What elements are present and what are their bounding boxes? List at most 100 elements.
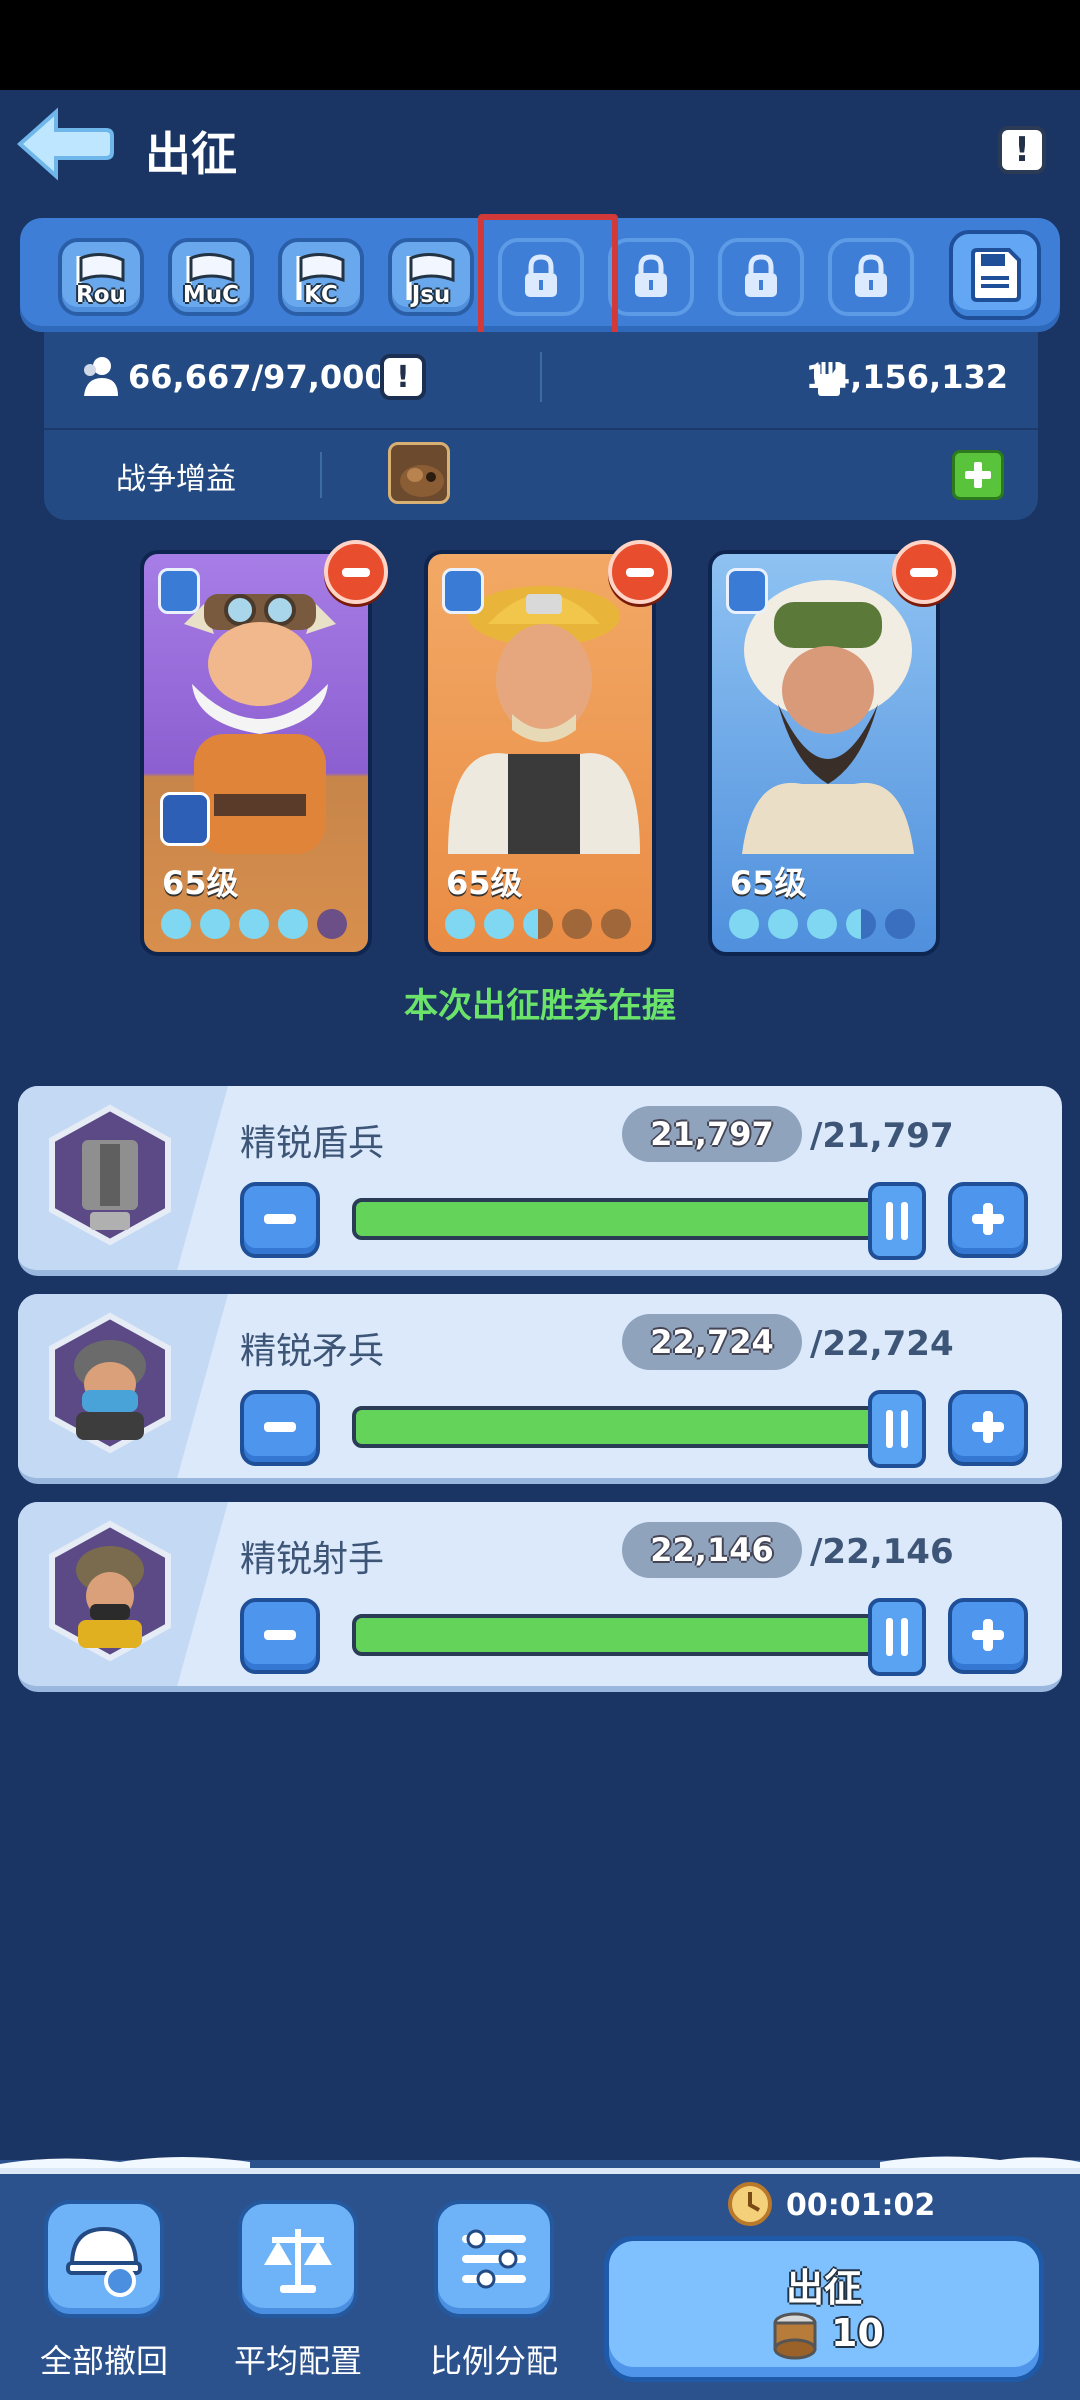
preset-slot-locked-3[interactable] [718,238,804,316]
preset-label: KC [304,282,338,308]
snowflake-star-empty-icon [562,909,592,939]
back-button[interactable] [14,104,114,184]
stats-row: 66,667/97,000 ! 14,156,132 [44,332,1038,428]
lock-icon [855,254,887,297]
remove-hero-2-button[interactable] [608,540,672,604]
decrease-button[interactable] [240,1182,320,1258]
spear-troop-portrait [49,1312,171,1454]
troop-slider[interactable] [352,1406,896,1448]
status-bar [0,0,1080,90]
troop-slider[interactable] [352,1614,896,1656]
troop-slider[interactable] [352,1198,896,1240]
lock-icon [745,254,777,297]
war-buff-label: 战争增益 [116,462,236,497]
top-bar: 出征 ! [0,90,1080,210]
page-title: 出征 [145,127,237,181]
snowflake-star-half-icon [523,909,553,939]
slider-handle[interactable] [868,1598,926,1676]
ratio-label: 比例分配 [429,2342,558,2380]
decrease-button[interactable] [240,1598,320,1674]
pickaxe-icon [158,568,200,614]
troop-count-input[interactable]: 21,797 [622,1106,802,1162]
preset-label: Jsu [411,282,451,308]
recall-all-button[interactable] [44,2200,164,2318]
preset-slot-locked-4[interactable] [828,238,914,316]
troop-name: 精锐矛兵 [240,1331,385,1372]
snowflake-star-icon [200,909,230,939]
recall-all-label: 全部撤回 [39,2342,168,2380]
balance-button[interactable] [238,2200,358,2318]
gear-badge-icon [160,792,210,846]
preset-slot-jsu[interactable]: Jsu [388,238,474,316]
slider-fill [356,1202,892,1236]
plus-icon [965,462,991,488]
slider-fill [356,1410,892,1444]
troop-count-input[interactable]: 22,146 [622,1522,802,1578]
preset-slot-rou[interactable]: Rou [58,238,144,316]
troop-max: /22,146 [810,1532,954,1572]
decrease-button[interactable] [240,1390,320,1466]
troop-name: 精锐盾兵 [240,1123,385,1164]
troop-max: /21,797 [810,1116,954,1156]
preset-label: Rou [76,282,126,308]
troop-count-input[interactable]: 22,724 [622,1314,802,1370]
divider [540,352,542,402]
save-preset-button[interactable] [949,230,1041,320]
ratio-button[interactable] [434,2200,554,2318]
clock-icon [728,2182,772,2226]
archer-troop-portrait [49,1520,171,1662]
march-label: 出征 [785,2266,862,2310]
save-icon [971,248,1021,302]
increase-button[interactable] [948,1598,1028,1674]
troop-max: /22,724 [810,1324,954,1364]
snowflake-star-icon [239,909,269,939]
hero-card-1[interactable]: 65级 [140,550,372,956]
helmet-return-icon [66,2226,142,2297]
troop-name: 精锐射手 [240,1539,385,1580]
balance-label: 平均配置 [233,2342,362,2380]
slider-fill [356,1618,892,1652]
increase-button[interactable] [948,1390,1028,1466]
preset-slot-locked-1[interactable] [498,238,584,316]
ration-can-icon [773,2312,817,2360]
lock-icon [525,254,557,297]
snow-decoration [0,2156,1080,2174]
sliders-icon [462,2229,526,2289]
power-value: 14,156,132 [805,358,1008,396]
buff-item-icon[interactable] [388,442,450,504]
preset-slot-muc[interactable]: MuC [168,238,254,316]
snowflake-star-icon [484,909,514,939]
help-button[interactable]: ! [998,126,1046,174]
hero-card-2[interactable]: 65级 [424,550,656,956]
slider-handle[interactable] [868,1390,926,1468]
snowflake-star-icon [278,909,308,939]
remove-hero-1-button[interactable] [324,540,388,604]
hero-level: 65级 [162,864,239,902]
hero-stars [158,906,350,942]
slider-handle[interactable] [868,1182,926,1260]
back-arrow-icon [16,107,114,181]
preset-label: MuC [182,282,240,308]
hero-level: 65级 [446,864,523,902]
troop-row-archer: 精锐射手 22,146 /22,146 [18,1502,1062,1692]
snowflake-star-empty-icon [317,909,347,939]
remove-hero-3-button[interactable] [892,540,956,604]
shield-icon [726,568,768,614]
preset-bar: Rou MuC KC Jsu [20,218,1060,332]
hero-card-3[interactable]: 65级 [708,550,940,956]
march-button[interactable]: 出征 10 [604,2236,1044,2382]
snowflake-star-icon [445,909,475,939]
snowflake-star-icon [807,909,837,939]
preset-slot-locked-2[interactable] [608,238,694,316]
troop-info-button[interactable]: ! [380,354,426,400]
snowflake-star-empty-icon [601,909,631,939]
add-buff-button[interactable] [952,450,1004,500]
hero-stars [442,906,634,942]
hero-level: 65级 [730,864,807,902]
increase-button[interactable] [948,1182,1028,1258]
snowflake-star-empty-icon [885,909,915,939]
snowflake-star-icon [161,909,191,939]
snowflake-star-half-icon [846,909,876,939]
preset-slot-kc[interactable]: KC [278,238,364,316]
snowflake-star-icon [768,909,798,939]
